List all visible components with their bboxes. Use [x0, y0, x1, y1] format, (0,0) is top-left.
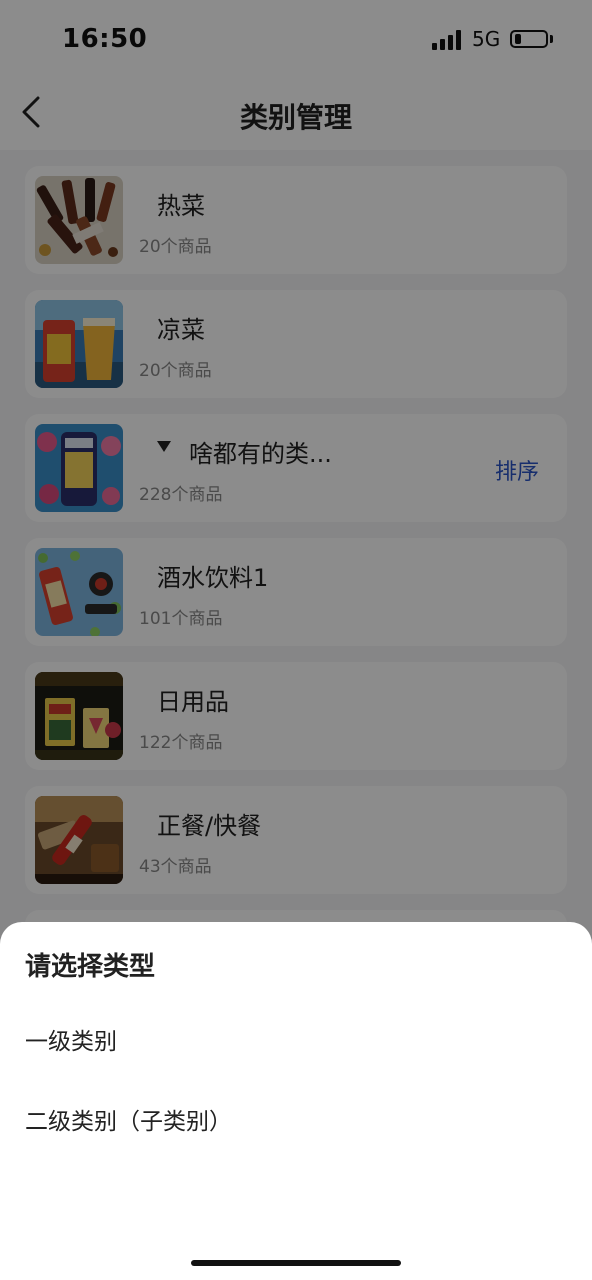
option-level-one[interactable]: 一级类别	[25, 1022, 117, 1056]
sheet-title: 请选择类型	[25, 952, 156, 982]
home-indicator	[191, 1260, 401, 1266]
type-select-sheet: 请选择类型 一级类别 二级类别（子类别）	[0, 922, 592, 1280]
option-level-two[interactable]: 二级类别（子类别）	[25, 1102, 232, 1136]
